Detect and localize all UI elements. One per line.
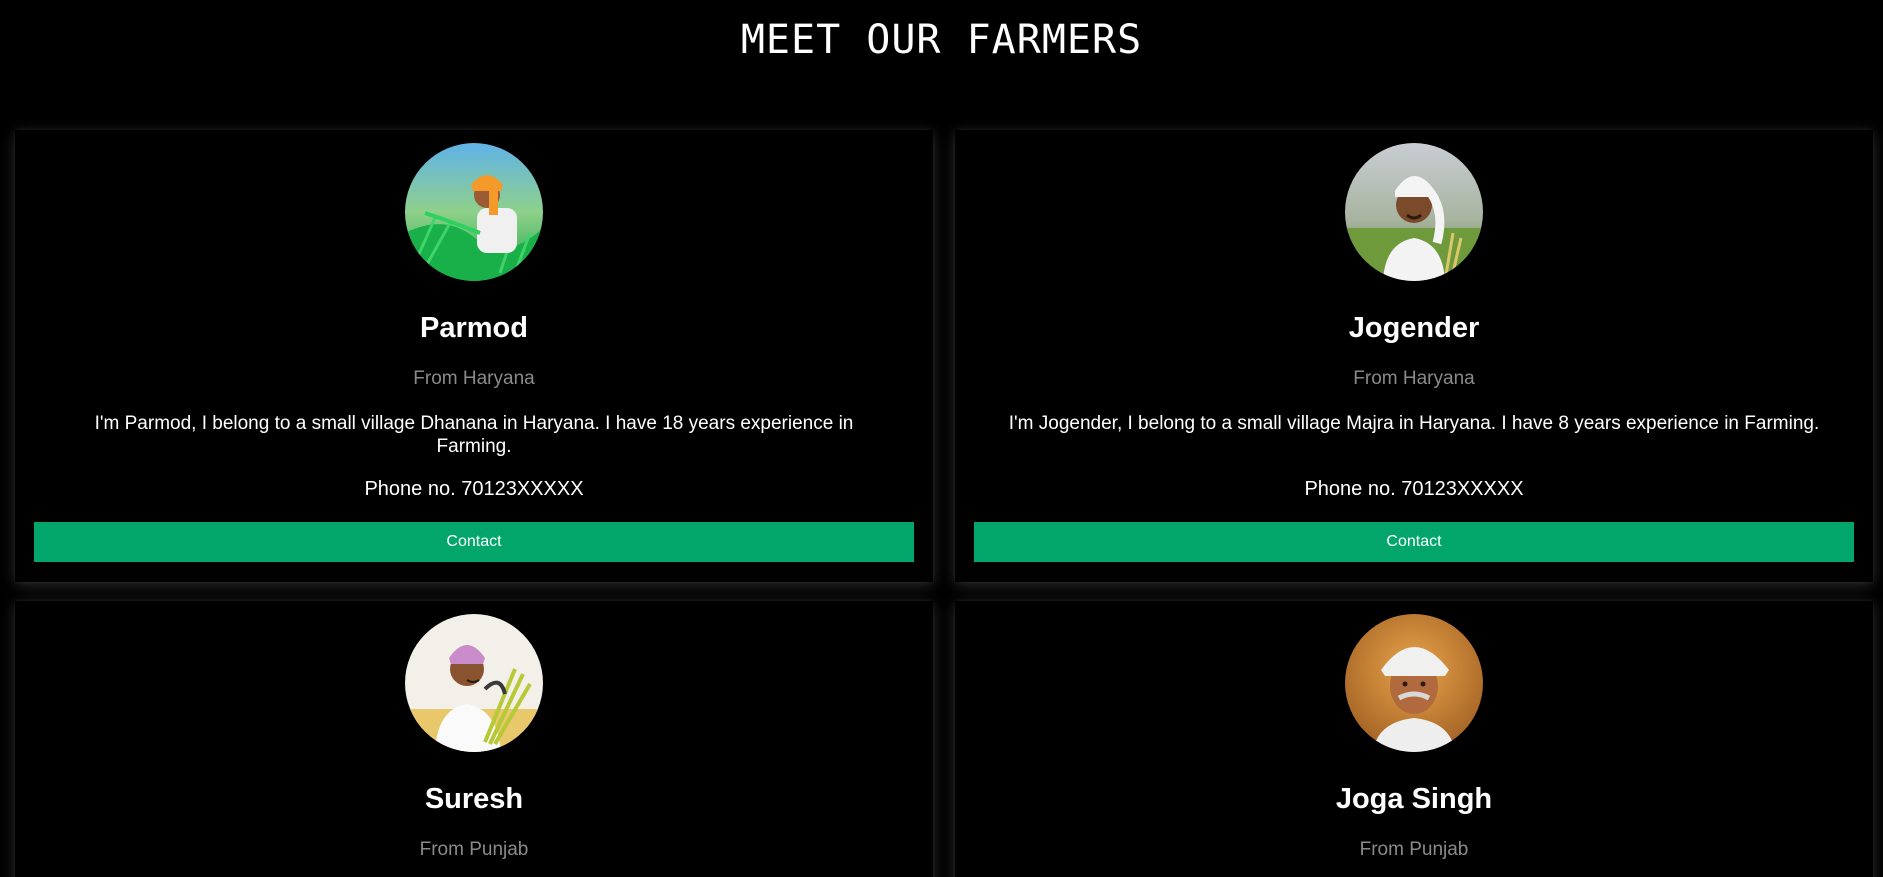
farmer-name: Jogender	[1348, 312, 1480, 344]
farmer-bio: I'm Jogender, I belong to a small villag…	[1008, 413, 1820, 434]
farmer-phone: Phone no. 70123XXXXX	[1304, 478, 1524, 500]
farmer-card: Parmod From Haryana I'm Parmod, I belong…	[15, 130, 933, 582]
farmer-avatar	[1345, 143, 1483, 281]
farmer-avatar	[405, 143, 543, 281]
farmer-card: Joga Singh From Punjab	[955, 601, 1873, 877]
farmer-name: Parmod	[420, 312, 528, 344]
farmer-origin: From Haryana	[413, 368, 535, 389]
farmer-name: Suresh	[424, 783, 524, 815]
farmer-avatar	[1345, 614, 1483, 752]
contact-button[interactable]: Contact	[34, 522, 914, 562]
farmer-card: Suresh From Punjab	[15, 601, 933, 877]
farmer-avatar	[405, 614, 543, 752]
farmer-card: Jogender From Haryana I'm Jogender, I be…	[955, 130, 1873, 582]
farmer-origin: From Haryana	[1353, 368, 1475, 389]
contact-button[interactable]: Contact	[974, 522, 1854, 562]
farmer-name: Joga Singh	[1335, 783, 1493, 815]
farmer-phone: Phone no. 70123XXXXX	[364, 478, 584, 500]
page-title: MEET OUR FARMERS	[740, 17, 1143, 63]
farmer-origin: From Punjab	[419, 839, 529, 860]
farmers-page: MEET OUR FARMERS Parmod From Haryana I'm…	[0, 0, 1883, 877]
farmer-bio: I'm Parmod, I belong to a small village …	[94, 413, 854, 457]
farmer-origin: From Punjab	[1359, 839, 1469, 860]
